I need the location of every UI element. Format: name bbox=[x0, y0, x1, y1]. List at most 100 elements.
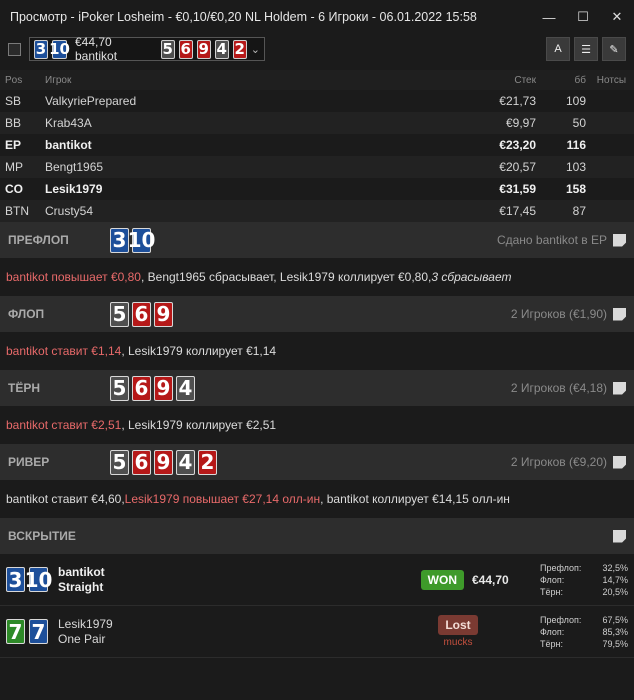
toolbar: 3 10 €44,70 bantikot 5 6 9 4 2 ⌄ A ☰ ✎ bbox=[0, 34, 634, 64]
board-card: 6 bbox=[132, 375, 151, 401]
player-name: Krab43A bbox=[45, 116, 92, 130]
list-view-button[interactable]: ☰ bbox=[574, 37, 598, 61]
player-stack: €17,45 bbox=[499, 204, 536, 218]
player-bb: 87 bbox=[572, 204, 586, 218]
showdown-hand-rank: Straight bbox=[58, 579, 104, 594]
player-name: ValkyriePrepared bbox=[45, 94, 137, 108]
edit-button[interactable]: ✎ bbox=[602, 37, 626, 61]
action-folds: 3 сбрасывает bbox=[431, 270, 512, 284]
select-checkbox[interactable] bbox=[8, 42, 21, 56]
board-card: 5 bbox=[110, 375, 129, 401]
hand-selector[interactable]: 3 10 €44,70 bantikot 5 6 9 4 2 ⌄ bbox=[29, 35, 265, 63]
player-pos: MP bbox=[5, 160, 23, 174]
board-card: 6 bbox=[132, 301, 151, 327]
board-card: 6 bbox=[178, 39, 193, 59]
street-turn-header: ТЁРН 5 6 9 4 2 Игроков (€4,18) bbox=[0, 370, 634, 406]
street-preflop-header: ПРЕФЛОП 3 10 Сдано bantikot в EP bbox=[0, 222, 634, 258]
lost-badge: Lost bbox=[438, 615, 478, 635]
showdown-row-loser: 7 7 Lesik1979 One Pair Lost mucks Префло… bbox=[0, 606, 634, 658]
player-bb: 50 bbox=[572, 116, 586, 130]
pencil-icon: ✎ bbox=[609, 43, 619, 56]
equity-panel: Префлоп: 67,5% Флоп: 85,3% Тёрн: 79,5% bbox=[540, 614, 628, 650]
player-pos: BB bbox=[5, 116, 22, 130]
players-header: Pos Игрок Стек бб Нотсы bbox=[0, 70, 634, 90]
player-name: Crusty54 bbox=[45, 204, 94, 218]
equity-value: 85,3% bbox=[602, 626, 628, 637]
table-row[interactable]: SB ValkyriePrepared €21,73 109 bbox=[0, 90, 634, 112]
player-stack: €31,59 bbox=[499, 182, 536, 196]
header-notes: Нотсы bbox=[596, 74, 626, 86]
close-icon[interactable]: ✕ bbox=[600, 0, 634, 34]
note-icon[interactable] bbox=[613, 529, 626, 543]
action-text: bantikot ставит €4,60, bbox=[6, 492, 125, 506]
street-river-actions: bantikot ставит €4,60, Lesik1979 повышае… bbox=[0, 480, 634, 518]
board-card: 5 bbox=[160, 39, 175, 59]
maximize-icon[interactable]: ☐ bbox=[566, 0, 600, 34]
board-card: 4 bbox=[176, 375, 195, 401]
street-name: ТЁРН bbox=[8, 381, 41, 395]
action-text: , Lesik1979 коллирует €1,14 bbox=[121, 344, 277, 358]
font-icon: A bbox=[554, 43, 562, 55]
header-name: Игрок bbox=[45, 74, 72, 86]
font-size-button[interactable]: A bbox=[546, 37, 570, 61]
table-row[interactable]: EP bantikot €23,20 116 bbox=[0, 134, 634, 156]
street-flop-actions: bantikot ставит €1,14, Lesik1979 коллиру… bbox=[0, 332, 634, 370]
note-icon[interactable] bbox=[613, 455, 626, 469]
action-raise: bantikot повышает €0,80 bbox=[6, 270, 141, 284]
table-row[interactable]: CO Lesik1979 €31,59 158 bbox=[0, 178, 634, 200]
action-bet: bantikot ставит €2,51 bbox=[6, 418, 122, 432]
equity-label: Флоп: bbox=[540, 574, 565, 585]
table-row[interactable]: BB Krab43A €9,97 50 bbox=[0, 112, 634, 134]
board-card: 4 bbox=[176, 449, 195, 475]
equity-label: Тёрн: bbox=[540, 586, 563, 597]
board-card: 4 bbox=[214, 39, 229, 59]
equity-value: 20,5% bbox=[602, 586, 628, 597]
board-card: 9 bbox=[154, 301, 173, 327]
hand-card: 3 bbox=[34, 39, 48, 59]
won-amount: €44,70 bbox=[472, 572, 509, 587]
street-river-header: РИВЕР 5 6 9 4 2 2 Игроков (€9,20) bbox=[0, 444, 634, 480]
street-preflop-actions: bantikot повышает €0,80, Bengt1965 сбрас… bbox=[0, 258, 634, 296]
player-name: bantikot bbox=[45, 138, 92, 152]
action-text: , Lesik1979 коллирует €2,51 bbox=[121, 418, 277, 432]
equity-value: 67,5% bbox=[602, 614, 628, 625]
player-stack: €9,97 bbox=[505, 116, 536, 130]
player-stack: €23,20 bbox=[499, 138, 536, 152]
board-card: 9 bbox=[154, 375, 173, 401]
chevron-down-icon: ⌄ bbox=[250, 43, 260, 56]
player-name: Bengt1965 bbox=[45, 160, 104, 174]
table-row[interactable]: BTN Crusty54 €17,45 87 bbox=[0, 200, 634, 222]
hand-card: 10 bbox=[49, 39, 70, 59]
table-row[interactable]: MP Bengt1965 €20,57 103 bbox=[0, 156, 634, 178]
board-card: 6 bbox=[132, 449, 151, 475]
street-info: 2 Игроков (€4,18) bbox=[510, 381, 607, 395]
board-card: 2 bbox=[198, 449, 217, 475]
title-bar: Просмотр - iPoker Losheim - €0,10/€0,20 … bbox=[0, 0, 634, 34]
player-bb: 103 bbox=[565, 160, 586, 174]
note-icon[interactable] bbox=[613, 233, 626, 247]
player-pos: CO bbox=[5, 182, 23, 196]
street-name: ФЛОП bbox=[8, 307, 45, 321]
note-icon[interactable] bbox=[613, 307, 626, 321]
note-icon[interactable] bbox=[613, 381, 626, 395]
player-pos: SB bbox=[5, 94, 22, 108]
board-card: 2 bbox=[232, 39, 247, 59]
action-bet: bantikot ставит €1,14 bbox=[6, 344, 122, 358]
hole-card: 3 bbox=[6, 567, 25, 592]
equity-label: Флоп: bbox=[540, 626, 565, 637]
action-text: , Bengt1965 сбрасывает, Lesik1979 коллир… bbox=[140, 270, 432, 284]
board-card: 5 bbox=[110, 301, 129, 327]
players-table: Pos Игрок Стек бб Нотсы SB ValkyriePrepa… bbox=[0, 70, 634, 222]
player-bb: 109 bbox=[565, 94, 586, 108]
showdown-player: Lesik1979 One Pair bbox=[58, 617, 178, 647]
equity-panel: Префлоп: 32,5% Флоп: 14,7% Тёрн: 20,5% bbox=[540, 562, 628, 598]
header-bb: бб bbox=[574, 74, 586, 86]
player-pos: BTN bbox=[5, 204, 29, 218]
action-raise: Lesik1979 повышает €27,14 олл-ин bbox=[124, 492, 321, 506]
equity-label: Тёрн: bbox=[540, 638, 563, 649]
minimize-icon[interactable]: — bbox=[532, 0, 566, 34]
equity-label: Префлоп: bbox=[540, 614, 582, 625]
showdown-player: bantikot Straight bbox=[58, 565, 178, 595]
street-name: ПРЕФЛОП bbox=[8, 233, 69, 247]
street-showdown-header: ВСКРЫТИЕ bbox=[0, 518, 634, 554]
